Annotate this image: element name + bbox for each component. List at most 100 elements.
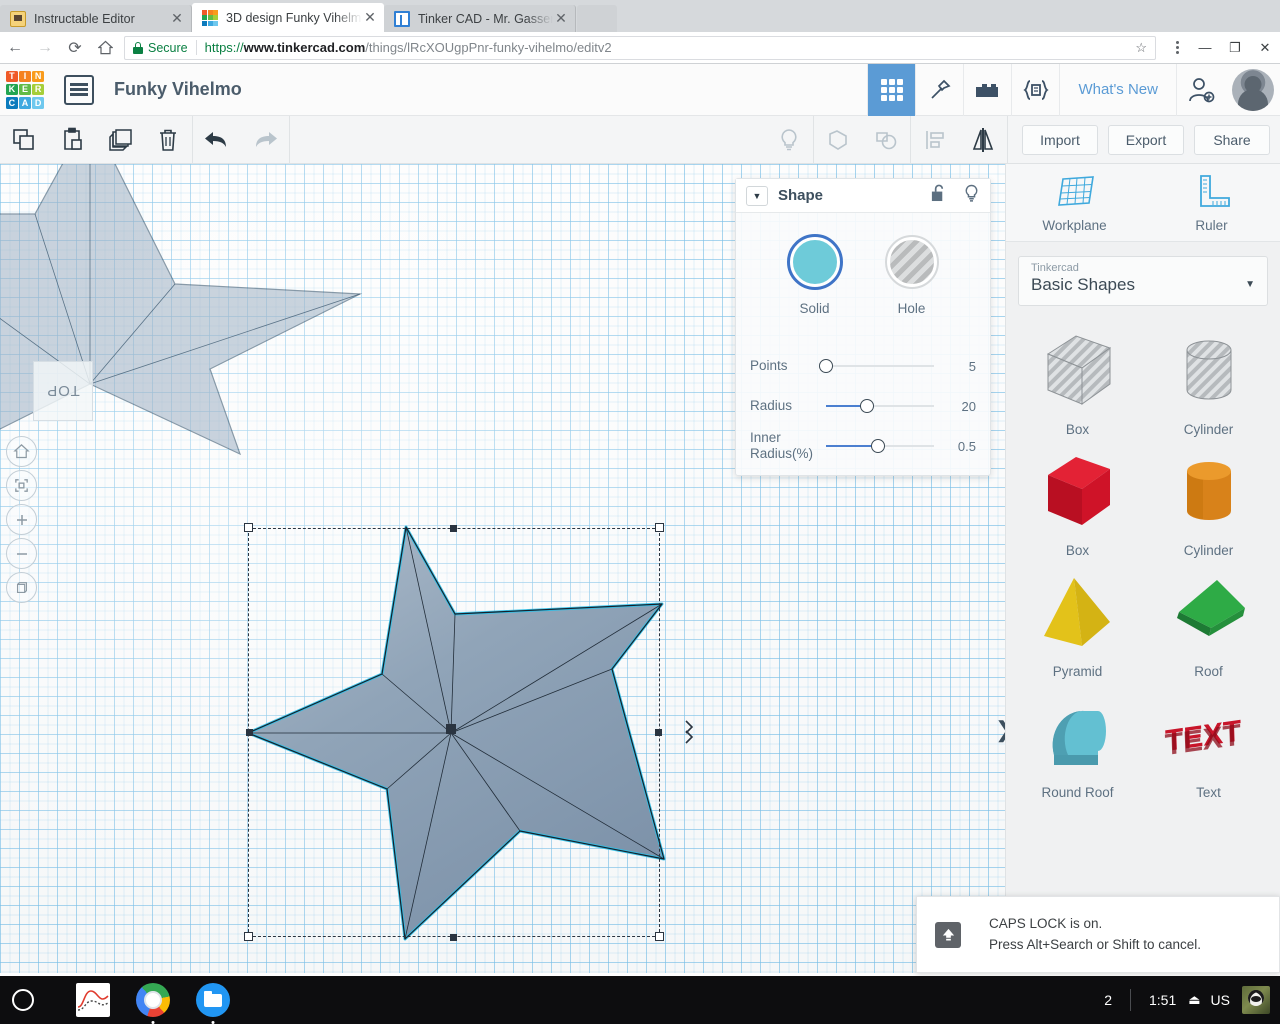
view-cube[interactable]: TOP — [33, 361, 93, 421]
resize-handle-bottom[interactable] — [450, 934, 457, 941]
shape-label: Cylinder — [1183, 543, 1234, 558]
chevron-down-icon[interactable]: ▼ — [1245, 279, 1255, 290]
shape-item-round-roof[interactable]: Round Roof — [1012, 685, 1143, 800]
shape-label: Box — [1065, 422, 1090, 437]
resize-handle-bl[interactable] — [244, 932, 253, 941]
add-person-icon[interactable] — [1176, 63, 1224, 116]
inner-radius-label: Inner Radius(%) — [750, 430, 814, 461]
shape-item-pyramid[interactable]: Pyramid — [1012, 564, 1143, 679]
minimize-button[interactable]: — — [1190, 34, 1220, 62]
tab-close-icon[interactable]: ✕ — [169, 11, 185, 27]
avatar[interactable] — [1232, 68, 1274, 111]
rotate-handle-icon[interactable] — [680, 717, 702, 752]
blocks-brick-icon[interactable] — [963, 63, 1011, 116]
undo-button[interactable] — [193, 116, 241, 164]
bookmark-star-icon[interactable]: ☆ — [1135, 40, 1147, 56]
keyboard-locale[interactable]: US — [1211, 992, 1230, 1008]
workplane-label: Workplane — [1042, 217, 1107, 233]
caret-down-icon[interactable]: ▼ — [746, 185, 768, 206]
shape-item-text[interactable]: TEXT TEXT Text — [1143, 685, 1274, 800]
tinkercad-logo-icon[interactable]: T I N K E R C A D — [4, 69, 46, 111]
import-button[interactable]: Import — [1022, 124, 1098, 155]
browser-tab-1[interactable]: 3D design Funky Vihelm ✕ — [192, 3, 384, 32]
maximize-button[interactable]: ❐ — [1220, 34, 1250, 62]
browser-tab-2[interactable]: Tinker CAD - Mr. Gasser ✕ — [384, 5, 576, 32]
url-scheme: https:// — [204, 40, 244, 55]
tab-close-icon[interactable]: ✕ — [362, 10, 378, 26]
inner-radius-value[interactable]: 0.5 — [942, 439, 976, 454]
chrome-menu-icon[interactable] — [1164, 41, 1190, 54]
delete-button[interactable] — [144, 116, 192, 164]
resize-handle-tr[interactable] — [655, 523, 664, 532]
perspective-box-icon[interactable] — [6, 572, 37, 603]
new-tab-button[interactable] — [577, 5, 617, 32]
chrome-icon[interactable] — [136, 983, 170, 1024]
unlocked-padlock-icon[interactable] — [930, 183, 947, 208]
shape-grid: Box Cylinder Box Cylinder Pyramid Roof R… — [1006, 306, 1280, 800]
shape-center-handle[interactable] — [446, 724, 456, 734]
caps-lock-indicator-icon: ⏏ — [1188, 992, 1201, 1007]
project-menu-icon[interactable] — [64, 74, 94, 105]
sidebar-collapse-toggle[interactable]: ❯ — [995, 719, 1005, 741]
export-button[interactable]: Export — [1108, 124, 1184, 155]
mirror-icon[interactable] — [959, 116, 1007, 164]
group-shapes-icon — [814, 116, 862, 164]
paste-button[interactable] — [48, 116, 96, 164]
edit-toolbar: Import Export Share — [0, 115, 1280, 164]
address-bar[interactable]: Secure https://www.tinkercad.com/things/… — [124, 35, 1156, 60]
lock-icon — [133, 41, 143, 54]
workplane-tool[interactable]: Workplane — [1006, 164, 1143, 241]
solid-swatch[interactable]: Solid — [786, 234, 843, 316]
panda-avatar[interactable] — [1242, 986, 1270, 1014]
resize-handle-top[interactable] — [450, 525, 457, 532]
browser-tab-0[interactable]: Instructable Editor ✕ — [0, 5, 192, 32]
files-folder-icon[interactable] — [196, 983, 230, 1024]
shape-item-box-hole[interactable]: Box — [1012, 322, 1143, 437]
home-icon[interactable] — [6, 436, 37, 467]
shape-library-select[interactable]: Tinkercad Basic Shapes ▼ — [1018, 256, 1268, 306]
radius-value[interactable]: 20 — [942, 399, 976, 414]
shape-item-cylinder-hole[interactable]: Cylinder — [1143, 322, 1274, 437]
solid-color-circle[interactable] — [786, 234, 843, 290]
back-button[interactable]: ← — [0, 34, 30, 62]
reload-button[interactable]: ⟳ — [60, 34, 90, 62]
lightbulb-icon[interactable] — [963, 183, 980, 209]
radius-slider[interactable] — [826, 398, 934, 414]
points-slider[interactable] — [819, 358, 934, 374]
resize-handle-br[interactable] — [655, 932, 664, 941]
inner-radius-slider[interactable] — [826, 438, 934, 454]
resize-handle-left[interactable] — [246, 729, 253, 736]
parameter-row-radius: Radius 20 — [750, 386, 976, 426]
copy-button[interactable] — [0, 116, 48, 164]
points-value[interactable]: 5 — [942, 359, 976, 374]
selected-star-shape[interactable] — [230, 509, 700, 959]
shape-label: Text — [1196, 785, 1221, 800]
close-button[interactable]: ✕ — [1250, 34, 1280, 62]
caps-lock-notification[interactable]: CAPS LOCK is on. Press Alt+Search or Shi… — [916, 896, 1280, 973]
shape-properties-panel: ▼ Shape Solid Hole Points 5 Radius 20 In… — [735, 178, 991, 476]
gallery-grid-icon[interactable] — [867, 63, 916, 116]
whats-new-link[interactable]: What's New — [1059, 63, 1176, 116]
hole-pattern-circle[interactable] — [884, 235, 939, 289]
status-tray[interactable]: 2 1:51 ⏏ US — [1104, 986, 1280, 1014]
share-button[interactable]: Share — [1194, 124, 1270, 155]
hole-swatch[interactable]: Hole — [884, 235, 939, 316]
resize-handle-right[interactable] — [655, 729, 662, 736]
hammer-icon[interactable] — [915, 63, 963, 116]
shape-item-cylinder-orange[interactable]: Cylinder — [1143, 443, 1274, 558]
launcher-circle-icon[interactable] — [12, 989, 34, 1011]
resize-handle-tl[interactable] — [244, 523, 253, 532]
home-button[interactable] — [90, 34, 120, 62]
logo-tile-i: I — [19, 70, 31, 83]
clock[interactable]: 1:51 — [1149, 992, 1176, 1008]
codeblocks-icon[interactable] — [1011, 63, 1059, 116]
duplicate-button[interactable] — [96, 116, 144, 164]
fit-to-view-icon[interactable] — [6, 470, 37, 501]
shape-item-roof[interactable]: Roof — [1143, 564, 1274, 679]
tab-close-icon[interactable]: ✕ — [553, 11, 569, 27]
minus-icon[interactable] — [6, 538, 37, 569]
shape-item-box-red[interactable]: Box — [1012, 443, 1143, 558]
graph-curve-icon[interactable] — [76, 983, 110, 1017]
plus-icon[interactable] — [6, 504, 37, 535]
ruler-tool[interactable]: Ruler — [1143, 164, 1280, 241]
